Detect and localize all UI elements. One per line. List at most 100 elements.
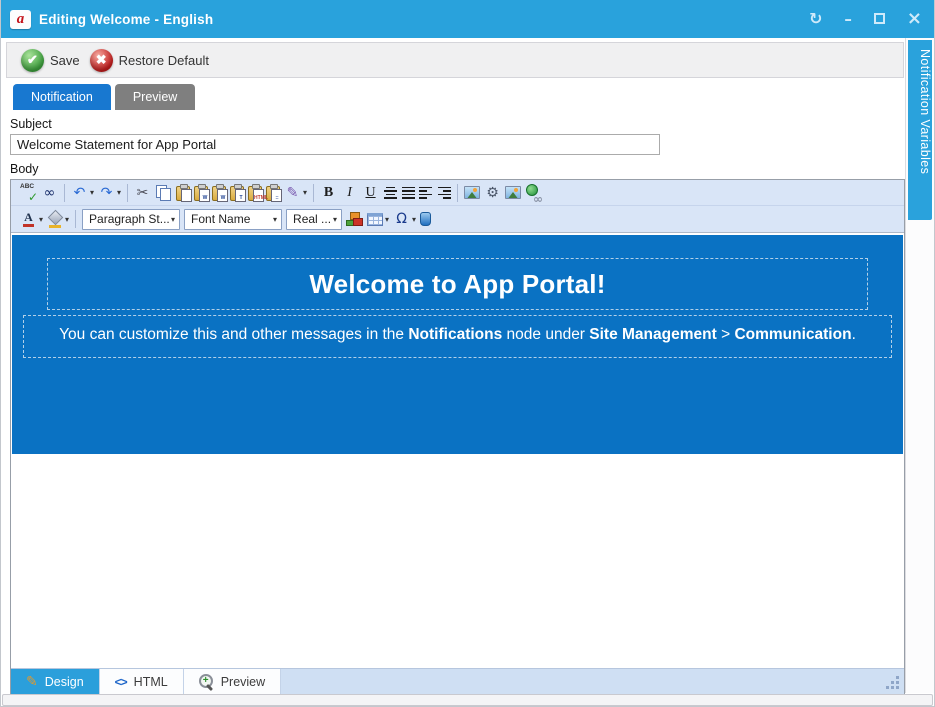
foreground-color-button[interactable]: A▾: [18, 208, 45, 230]
align-right-button[interactable]: [435, 182, 453, 204]
font-name-select[interactable]: Font Name▾: [184, 209, 282, 230]
zoom-icon: [199, 674, 214, 689]
paste-html-icon: HTML: [248, 186, 262, 201]
editor-toolbar-row1: ABC✓∞↶▾↷▾✂WWTHTML::✎▾BIU⚙: [11, 180, 904, 206]
minimize-button[interactable]: –: [844, 12, 852, 27]
subject-input[interactable]: [10, 134, 660, 155]
document-manager-button[interactable]: [503, 182, 523, 204]
right-rail: Notification Variables: [905, 38, 934, 693]
refresh-button[interactable]: ↻: [809, 11, 822, 27]
restore-default-button[interactable]: ✖ Restore Default: [90, 49, 209, 72]
spellcheck-icon: ABC✓: [20, 184, 37, 201]
justify-button[interactable]: [399, 182, 417, 204]
editor-tab-design-label: Design: [45, 675, 84, 689]
editor-tab-preview[interactable]: Preview: [184, 669, 281, 694]
align-center-button[interactable]: [381, 182, 399, 204]
redo-icon: ↷: [98, 184, 115, 201]
italic-button[interactable]: I: [339, 182, 360, 204]
hyperlink-manager-icon: [525, 184, 542, 201]
paragraph-text-segment: >: [717, 326, 735, 343]
paste-from-word-strip-font-button[interactable]: W: [210, 182, 228, 204]
editor-tab-html[interactable]: <>HTML: [100, 669, 184, 694]
font-name-select-dropdown-arrow-icon: ▾: [273, 215, 277, 224]
image-manager-icon: [464, 186, 480, 199]
insert-symbol-icon: Ω: [393, 211, 410, 228]
insert-symbol-dropdown-arrow[interactable]: ▾: [412, 215, 416, 224]
redo-button[interactable]: ↷▾: [96, 182, 123, 204]
copy-button[interactable]: [153, 182, 174, 204]
undo-button[interactable]: ↶▾: [69, 182, 96, 204]
format-stripper-dropdown-arrow[interactable]: ▾: [303, 188, 307, 197]
underline-icon: U: [362, 184, 379, 201]
heading-block[interactable]: Welcome to App Portal!: [47, 258, 868, 310]
window-title: Editing Welcome - English: [39, 12, 809, 27]
welcome-heading: Welcome to App Portal!: [309, 269, 605, 300]
paste-as-html-icon: ::: [266, 186, 280, 201]
paste-icon: [176, 186, 190, 201]
notification-variables-tab[interactable]: Notification Variables: [908, 40, 932, 220]
app-icon: a: [10, 10, 31, 29]
close-button[interactable]: ×: [907, 10, 922, 28]
editor-toolbar-row2: A▾▾Paragraph St...▾Font Name▾Real ...▾▾Ω…: [11, 206, 904, 233]
editor-tab-html-label: HTML: [134, 675, 168, 689]
paragraph-text-segment: Communication: [734, 326, 851, 343]
foreground-color-dropdown-arrow[interactable]: ▾: [39, 215, 43, 224]
tab-notification[interactable]: Notification: [13, 84, 111, 110]
top-tab-strip: Notification Preview: [13, 84, 905, 110]
copy-icon: [155, 184, 172, 201]
bold-icon: B: [320, 184, 337, 201]
color-sets-button[interactable]: [344, 208, 365, 230]
save-button[interactable]: ✔ Save: [21, 49, 80, 72]
paragraph-style-select-dropdown-arrow-icon: ▾: [171, 215, 175, 224]
align-center-icon: [383, 184, 397, 201]
email-body-blue-section[interactable]: Welcome to App Portal! You can customize…: [12, 235, 903, 454]
redo-dropdown-arrow[interactable]: ▾: [117, 188, 121, 197]
font-size-select-value: Real ...: [293, 212, 331, 226]
paragraph-text-segment: .: [852, 326, 856, 343]
title-bar[interactable]: a Editing Welcome - English ↻ – ×: [1, 0, 934, 38]
underline-button[interactable]: U: [360, 182, 381, 204]
bold-button[interactable]: B: [318, 182, 339, 204]
restore-default-label: Restore Default: [119, 53, 209, 68]
document-manager-icon: [505, 186, 521, 199]
media-manager-button[interactable]: ⚙: [482, 182, 503, 204]
font-size-select[interactable]: Real ...▾: [286, 209, 342, 230]
maximize-button[interactable]: [874, 12, 885, 27]
editor-tab-preview-label: Preview: [221, 675, 265, 689]
background-color-button[interactable]: ▾: [45, 208, 71, 230]
italic-icon: I: [341, 184, 358, 201]
insert-table-button[interactable]: ▾: [365, 208, 391, 230]
ink-annotation-button[interactable]: [418, 208, 433, 230]
toolbar-separator: [313, 184, 314, 202]
toolbar-separator: [457, 184, 458, 202]
editor-tab-design[interactable]: ✎Design: [11, 669, 100, 694]
status-bar: [2, 694, 933, 706]
hyperlink-manager-button[interactable]: [523, 182, 544, 204]
paragraph-style-select[interactable]: Paragraph St...▾: [82, 209, 180, 230]
undo-dropdown-arrow[interactable]: ▾: [90, 188, 94, 197]
paragraph-text-segment: You can customize this and other message…: [59, 326, 408, 343]
save-label: Save: [50, 53, 80, 68]
paste-plain-text-button[interactable]: T: [228, 182, 246, 204]
paste-plain-text-icon: T: [230, 186, 244, 201]
cut-button[interactable]: ✂: [132, 182, 153, 204]
maximize-icon: [874, 13, 885, 24]
tab-preview[interactable]: Preview: [115, 84, 195, 110]
paste-from-word-button[interactable]: W: [192, 182, 210, 204]
paragraph-text-segment: Notifications: [408, 326, 502, 343]
background-color-dropdown-arrow[interactable]: ▾: [65, 215, 69, 224]
spellcheck-button[interactable]: ABC✓: [18, 182, 39, 204]
paste-button[interactable]: [174, 182, 192, 204]
insert-table-dropdown-arrow[interactable]: ▾: [385, 215, 389, 224]
editor-content-area[interactable]: Welcome to App Portal! You can customize…: [11, 233, 904, 668]
insert-symbol-button[interactable]: Ω▾: [391, 208, 418, 230]
format-stripper-button[interactable]: ✎▾: [282, 182, 309, 204]
align-left-button[interactable]: [417, 182, 435, 204]
image-manager-button[interactable]: [462, 182, 482, 204]
find-and-replace-button[interactable]: ∞: [39, 182, 60, 204]
resize-grip[interactable]: [896, 686, 899, 689]
cut-icon: ✂: [134, 184, 151, 201]
paste-html-button[interactable]: HTML: [246, 182, 264, 204]
toolbar-separator: [64, 184, 65, 202]
paragraph-block[interactable]: You can customize this and other message…: [23, 315, 892, 358]
